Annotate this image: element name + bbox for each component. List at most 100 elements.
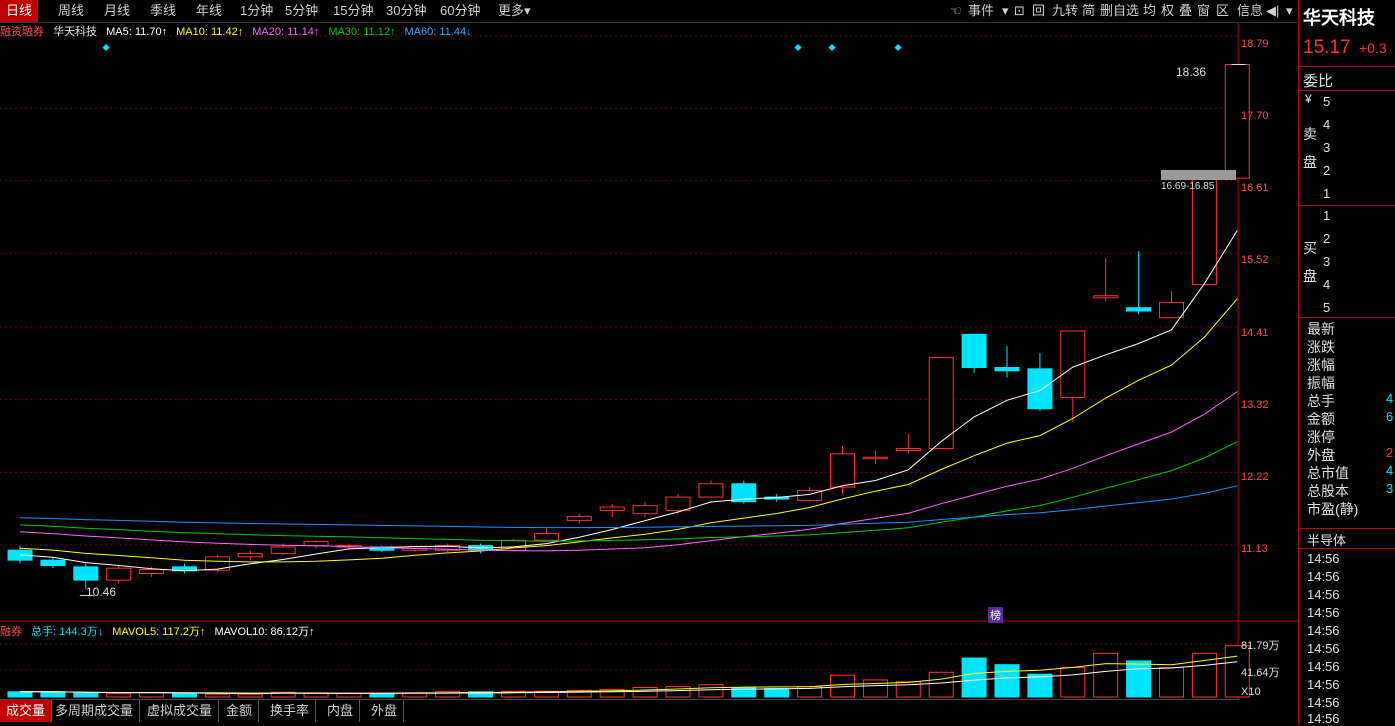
ma5-line [19, 230, 1238, 572]
sell-level[interactable]: 2 [1323, 163, 1330, 178]
tab-30min[interactable]: 30分钟 [386, 0, 426, 22]
current-price: 15.17 [1303, 37, 1351, 58]
sell-level[interactable]: 4 [1323, 117, 1330, 132]
range-button[interactable]: 区 [1216, 0, 1229, 22]
trade-time: 14:56 [1307, 677, 1340, 692]
candle-body [1159, 301, 1184, 319]
y-tick: 14.41 [1241, 327, 1269, 339]
weibi-label: 委比 [1303, 73, 1334, 90]
tab-turnover[interactable]: 换手率 [264, 700, 317, 722]
candle-body [533, 533, 559, 541]
tab-amount[interactable]: 金额 [220, 700, 260, 722]
trade-time: 14:56 [1307, 641, 1340, 656]
volume-bar [1060, 667, 1086, 698]
event-button[interactable]: 事件 [968, 0, 994, 22]
y-tick: 12.22 [1241, 471, 1269, 483]
draw-button[interactable]: 回 [1032, 0, 1045, 22]
candle-body [994, 367, 1020, 372]
indicator-tabs: 成交量 多周期成交量 虚拟成交量 金额 换手率 内盘 外盘 [0, 699, 1240, 725]
ma30-line [19, 441, 1238, 542]
tab-daily[interactable]: 日线 [0, 0, 39, 22]
stat-change: 涨跌 [1307, 339, 1335, 355]
tab-volume[interactable]: 成交量 [0, 700, 53, 722]
dropdown-icon[interactable]: ▾ [1286, 0, 1293, 22]
volume-legend: 融券 总手: 144.3万↓ MAVOL5: 117.2万↑ MAVOL10: … [0, 624, 321, 640]
candle-body [895, 448, 921, 452]
sell-level[interactable]: 5 [1323, 94, 1330, 109]
candle-body [270, 546, 296, 555]
volume-bar [172, 692, 197, 698]
trade-time: 14:56 [1307, 623, 1340, 638]
stat-value: 6 [1386, 409, 1394, 424]
mavol5-line [20, 655, 1238, 695]
candle-body [73, 566, 99, 581]
stat-amplitude: 振幅 [1307, 375, 1335, 391]
candle-body [1027, 368, 1053, 410]
tab-60min[interactable]: 60分钟 [440, 0, 480, 22]
stat-pe: 市盈(静) [1307, 501, 1359, 517]
window-button[interactable]: 窗 [1197, 0, 1210, 22]
divider [1299, 66, 1395, 67]
volume-bar [698, 684, 724, 698]
tab-monthly[interactable]: 月线 [104, 0, 130, 22]
candle-body [961, 333, 987, 369]
overlay-button[interactable]: 叠 [1179, 0, 1192, 22]
avg-button[interactable]: 均 [1143, 0, 1156, 22]
price-change: +0.3 [1359, 40, 1387, 56]
stat-outer: 外盘 [1307, 447, 1335, 463]
event-dropdown-icon[interactable]: ▾ [1002, 0, 1009, 22]
tab-1min[interactable]: 1分钟 [240, 0, 273, 22]
candle-body [566, 515, 592, 521]
trade-time: 14:56 [1307, 659, 1340, 674]
candle-body [698, 483, 724, 498]
buy-level[interactable]: 3 [1323, 254, 1330, 269]
tab-inner[interactable]: 内盘 [321, 700, 361, 722]
y-tick: 11.13 [1241, 543, 1268, 555]
candle-body [139, 569, 165, 574]
volume-bar [764, 687, 790, 698]
sector-label[interactable]: 半导体 [1307, 530, 1346, 549]
volume-bar [204, 693, 230, 698]
rights-button[interactable]: 权 [1161, 0, 1174, 22]
tab-yearly[interactable]: 年线 [196, 0, 222, 22]
y-tick: 13.32 [1241, 399, 1269, 411]
volume-bar [862, 679, 888, 698]
buy-level[interactable]: 2 [1323, 231, 1330, 246]
volume-bar [369, 693, 395, 698]
tab-multi-period-volume[interactable]: 多周期成交量 [49, 700, 141, 722]
candle-body [1093, 295, 1119, 299]
info-button[interactable]: 信息 [1237, 0, 1263, 22]
lock-icon[interactable]: ⊡ [1014, 0, 1025, 22]
vol-tick: 41.64万 [1241, 667, 1280, 679]
trade-time: 14:56 [1307, 569, 1340, 584]
kline-chart[interactable] [0, 0, 1298, 724]
candle-body [303, 541, 329, 547]
tab-more[interactable]: 更多▾ [498, 0, 531, 22]
tab-outer[interactable]: 外盘 [365, 700, 405, 722]
prev-icon[interactable]: ◀| [1266, 0, 1279, 22]
simple-button[interactable]: 简 [1082, 0, 1095, 22]
divider [1299, 317, 1395, 318]
candle-body [862, 456, 888, 460]
stat-value: 4 [1386, 391, 1394, 406]
jiuzhuan-button[interactable]: 九转 [1052, 0, 1078, 22]
rank-badge[interactable]: 榜 [988, 607, 1003, 623]
sell-level[interactable]: 3 [1323, 140, 1330, 155]
stat-change-pct: 涨幅 [1307, 357, 1335, 373]
buy-level[interactable]: 1 [1323, 208, 1330, 223]
buy-level[interactable]: 5 [1323, 300, 1330, 315]
sell-level[interactable]: 1 [1323, 186, 1330, 201]
tab-quarterly[interactable]: 季线 [150, 0, 176, 22]
stat-value: 4 [1386, 463, 1394, 478]
tab-5min[interactable]: 5分钟 [285, 0, 318, 22]
sell-label: 卖 [1303, 126, 1317, 142]
tab-weekly[interactable]: 周线 [58, 0, 84, 22]
ma10-label: MA10: 11.42↑ [176, 26, 244, 38]
tab-virtual-volume[interactable]: 虚拟成交量 [141, 700, 220, 722]
hand-icon[interactable]: ☜ [950, 0, 962, 22]
remove-favorite-button[interactable]: 删自选 [1100, 0, 1139, 22]
buy-level[interactable]: 4 [1323, 277, 1330, 292]
margin-label[interactable]: 融资融券 [0, 26, 44, 38]
divider [1299, 528, 1395, 529]
tab-15min[interactable]: 15分钟 [333, 0, 373, 22]
